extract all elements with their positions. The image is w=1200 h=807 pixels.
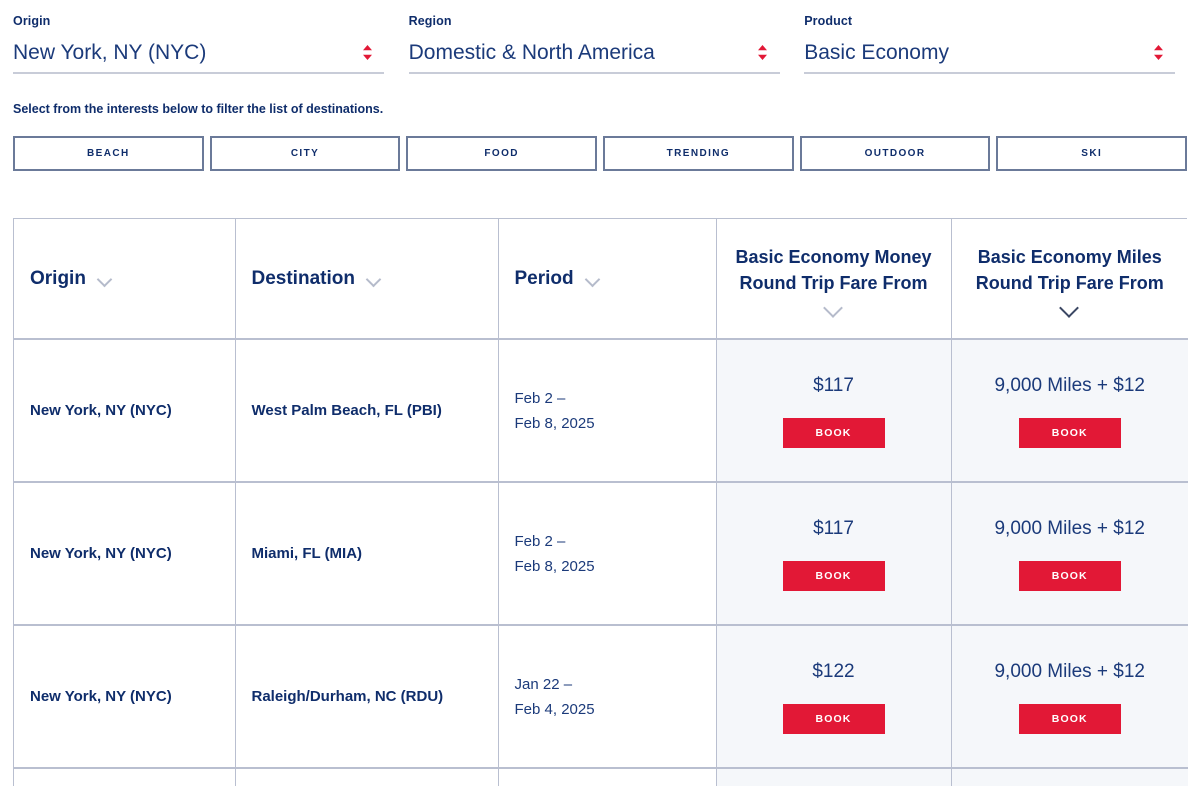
cell-miles-fare: 9,000 Miles + $12 BOOK [951, 625, 1188, 769]
interest-chip-trending[interactable]: TRENDING [603, 136, 794, 171]
destination-value: Raleigh/Durham, NC (RDU) [251, 687, 444, 705]
book-button-money[interactable]: BOOK [782, 417, 885, 448]
table-body: New York, NY (NYC) West Palm Beach, FL (… [14, 339, 1188, 786]
table-header-row: Origin Destination Period Basic Economy … [14, 219, 1188, 340]
cell-period: Feb 2 – Feb 8, 2025 [498, 339, 717, 483]
origin-selected-value: New York, NY (NYC) [13, 41, 207, 64]
money-fare-value: $122 [812, 660, 855, 682]
column-header-origin-label: Origin [30, 267, 86, 289]
column-header-destination[interactable]: Destination [235, 219, 499, 340]
column-header-money-fare[interactable]: Basic Economy Money Round Trip Fare From [716, 219, 952, 340]
stepper-updown-icon [1151, 43, 1165, 63]
period-start: Feb 2 – [514, 532, 566, 550]
chevron-down-icon[interactable] [367, 274, 383, 283]
miles-fare-value: 9,000 Miles + $12 [994, 517, 1145, 539]
table-header: Origin Destination Period Basic Economy … [14, 219, 1188, 340]
chevron-down-icon[interactable] [98, 274, 114, 283]
cell-period: Jan 22 – Feb 4, 2025 [498, 625, 717, 769]
destination-value: Miami, FL (MIA) [251, 544, 363, 562]
origin-selector-label: Origin [13, 14, 51, 28]
cell-destination: West Palm Beach, FL (PBI) [235, 339, 499, 483]
cell-period: Feb 2 – Feb 8, 2025 [498, 482, 717, 626]
period-end: Feb 8, 2025 [514, 414, 595, 432]
book-button-miles[interactable]: BOOK [1018, 703, 1121, 734]
destination-value: West Palm Beach, FL (PBI) [251, 401, 442, 419]
origin-selector[interactable]: Origin New York, NY (NYC) [13, 14, 409, 74]
column-header-miles-fare-label: Basic Economy Miles Round Trip Fare From [975, 247, 1164, 293]
book-button-money[interactable]: BOOK [782, 560, 885, 591]
period-start: Jan 22 – [514, 675, 573, 693]
column-header-period-label: Period [514, 267, 574, 289]
cell-destination: Miami, FL (MIA) [235, 482, 499, 626]
period-end: Feb 4, 2025 [514, 700, 595, 718]
book-button-miles[interactable]: BOOK [1018, 560, 1121, 591]
interest-chip-city[interactable]: CITY [209, 136, 401, 171]
interest-chip-beach[interactable]: BEACH [13, 136, 204, 171]
money-fare-value: $117 [813, 374, 854, 396]
cell-period [498, 768, 717, 786]
money-fare-value: $117 [813, 517, 854, 539]
product-selector[interactable]: Product Basic Economy [804, 14, 1187, 74]
column-header-destination-label: Destination [251, 267, 355, 289]
cell-destination [235, 768, 499, 786]
filter-selector-row: Origin New York, NY (NYC) Region Domesti… [0, 0, 1200, 74]
cell-money-fare: $117 BOOK [716, 482, 952, 626]
stepper-updown-icon [360, 43, 374, 63]
miles-fare-value: 9,000 Miles + $12 [994, 660, 1145, 682]
cell-origin: New York, NY (NYC) [14, 482, 236, 626]
interest-chip-outdoor[interactable]: OUTDOOR [799, 136, 991, 171]
cell-destination: Raleigh/Durham, NC (RDU) [235, 625, 499, 769]
interests-instruction: Select from the interests below to filte… [13, 102, 384, 116]
period-end: Feb 8, 2025 [514, 557, 595, 575]
chevron-down-icon[interactable] [823, 301, 845, 313]
column-header-money-fare-label: Basic Economy Money Round Trip Fare From [735, 247, 932, 293]
table-row: New York, NY (NYC) Miami, FL (MIA) Feb 2… [14, 482, 1188, 626]
cell-origin [14, 768, 236, 786]
column-header-miles-fare[interactable]: Basic Economy Miles Round Trip Fare From [951, 219, 1188, 340]
cell-miles-fare: 9,000 Miles + $12 BOOK [951, 339, 1188, 483]
period-start: Feb 2 – [514, 389, 566, 407]
chevron-down-icon[interactable] [586, 274, 602, 283]
region-selector[interactable]: Region Domestic & North America [408, 14, 805, 74]
destinations-fare-table: Origin Destination Period Basic Economy … [14, 219, 1188, 786]
region-selected-value: Domestic & North America [408, 41, 655, 64]
stepper-updown-icon [756, 43, 770, 63]
cell-miles-fare [951, 768, 1188, 786]
origin-select-field[interactable]: New York, NY (NYC) [13, 40, 384, 74]
cell-miles-fare: 9,000 Miles + $12 BOOK [951, 482, 1188, 626]
cell-money-fare: $122 BOOK [716, 625, 952, 769]
region-select-field[interactable]: Domestic & North America [408, 40, 780, 74]
cell-money-fare [716, 768, 952, 786]
region-selector-label: Region [408, 14, 452, 28]
cell-origin: New York, NY (NYC) [14, 339, 236, 483]
table-row: New York, NY (NYC) Raleigh/Durham, NC (R… [14, 625, 1188, 769]
column-header-period[interactable]: Period [498, 219, 717, 340]
book-button-money[interactable]: BOOK [782, 703, 885, 734]
chevron-down-icon[interactable] [1059, 301, 1081, 313]
product-selector-label: Product [804, 14, 853, 28]
interest-chip-food[interactable]: FOOD [406, 136, 598, 171]
miles-fare-value: 9,000 Miles + $12 [994, 374, 1145, 396]
product-selected-value: Basic Economy [804, 41, 949, 64]
column-header-origin[interactable]: Origin [14, 219, 236, 340]
book-button-miles[interactable]: BOOK [1018, 417, 1121, 448]
cell-money-fare: $117 BOOK [716, 339, 952, 483]
table-row: New York, NY (NYC) West Palm Beach, FL (… [14, 339, 1188, 483]
table-row-partial [14, 768, 1188, 786]
interest-chips-row: BEACH CITY FOOD TRENDING OUTDOOR SKI [0, 136, 1200, 171]
destinations-table-container: Origin Destination Period Basic Economy … [13, 218, 1188, 786]
cell-origin: New York, NY (NYC) [14, 625, 236, 769]
origin-value: New York, NY (NYC) [30, 687, 172, 705]
product-select-field[interactable]: Basic Economy [804, 40, 1176, 74]
origin-value: New York, NY (NYC) [30, 401, 172, 419]
interest-chip-ski[interactable]: SKI [996, 136, 1188, 171]
origin-value: New York, NY (NYC) [30, 544, 172, 562]
